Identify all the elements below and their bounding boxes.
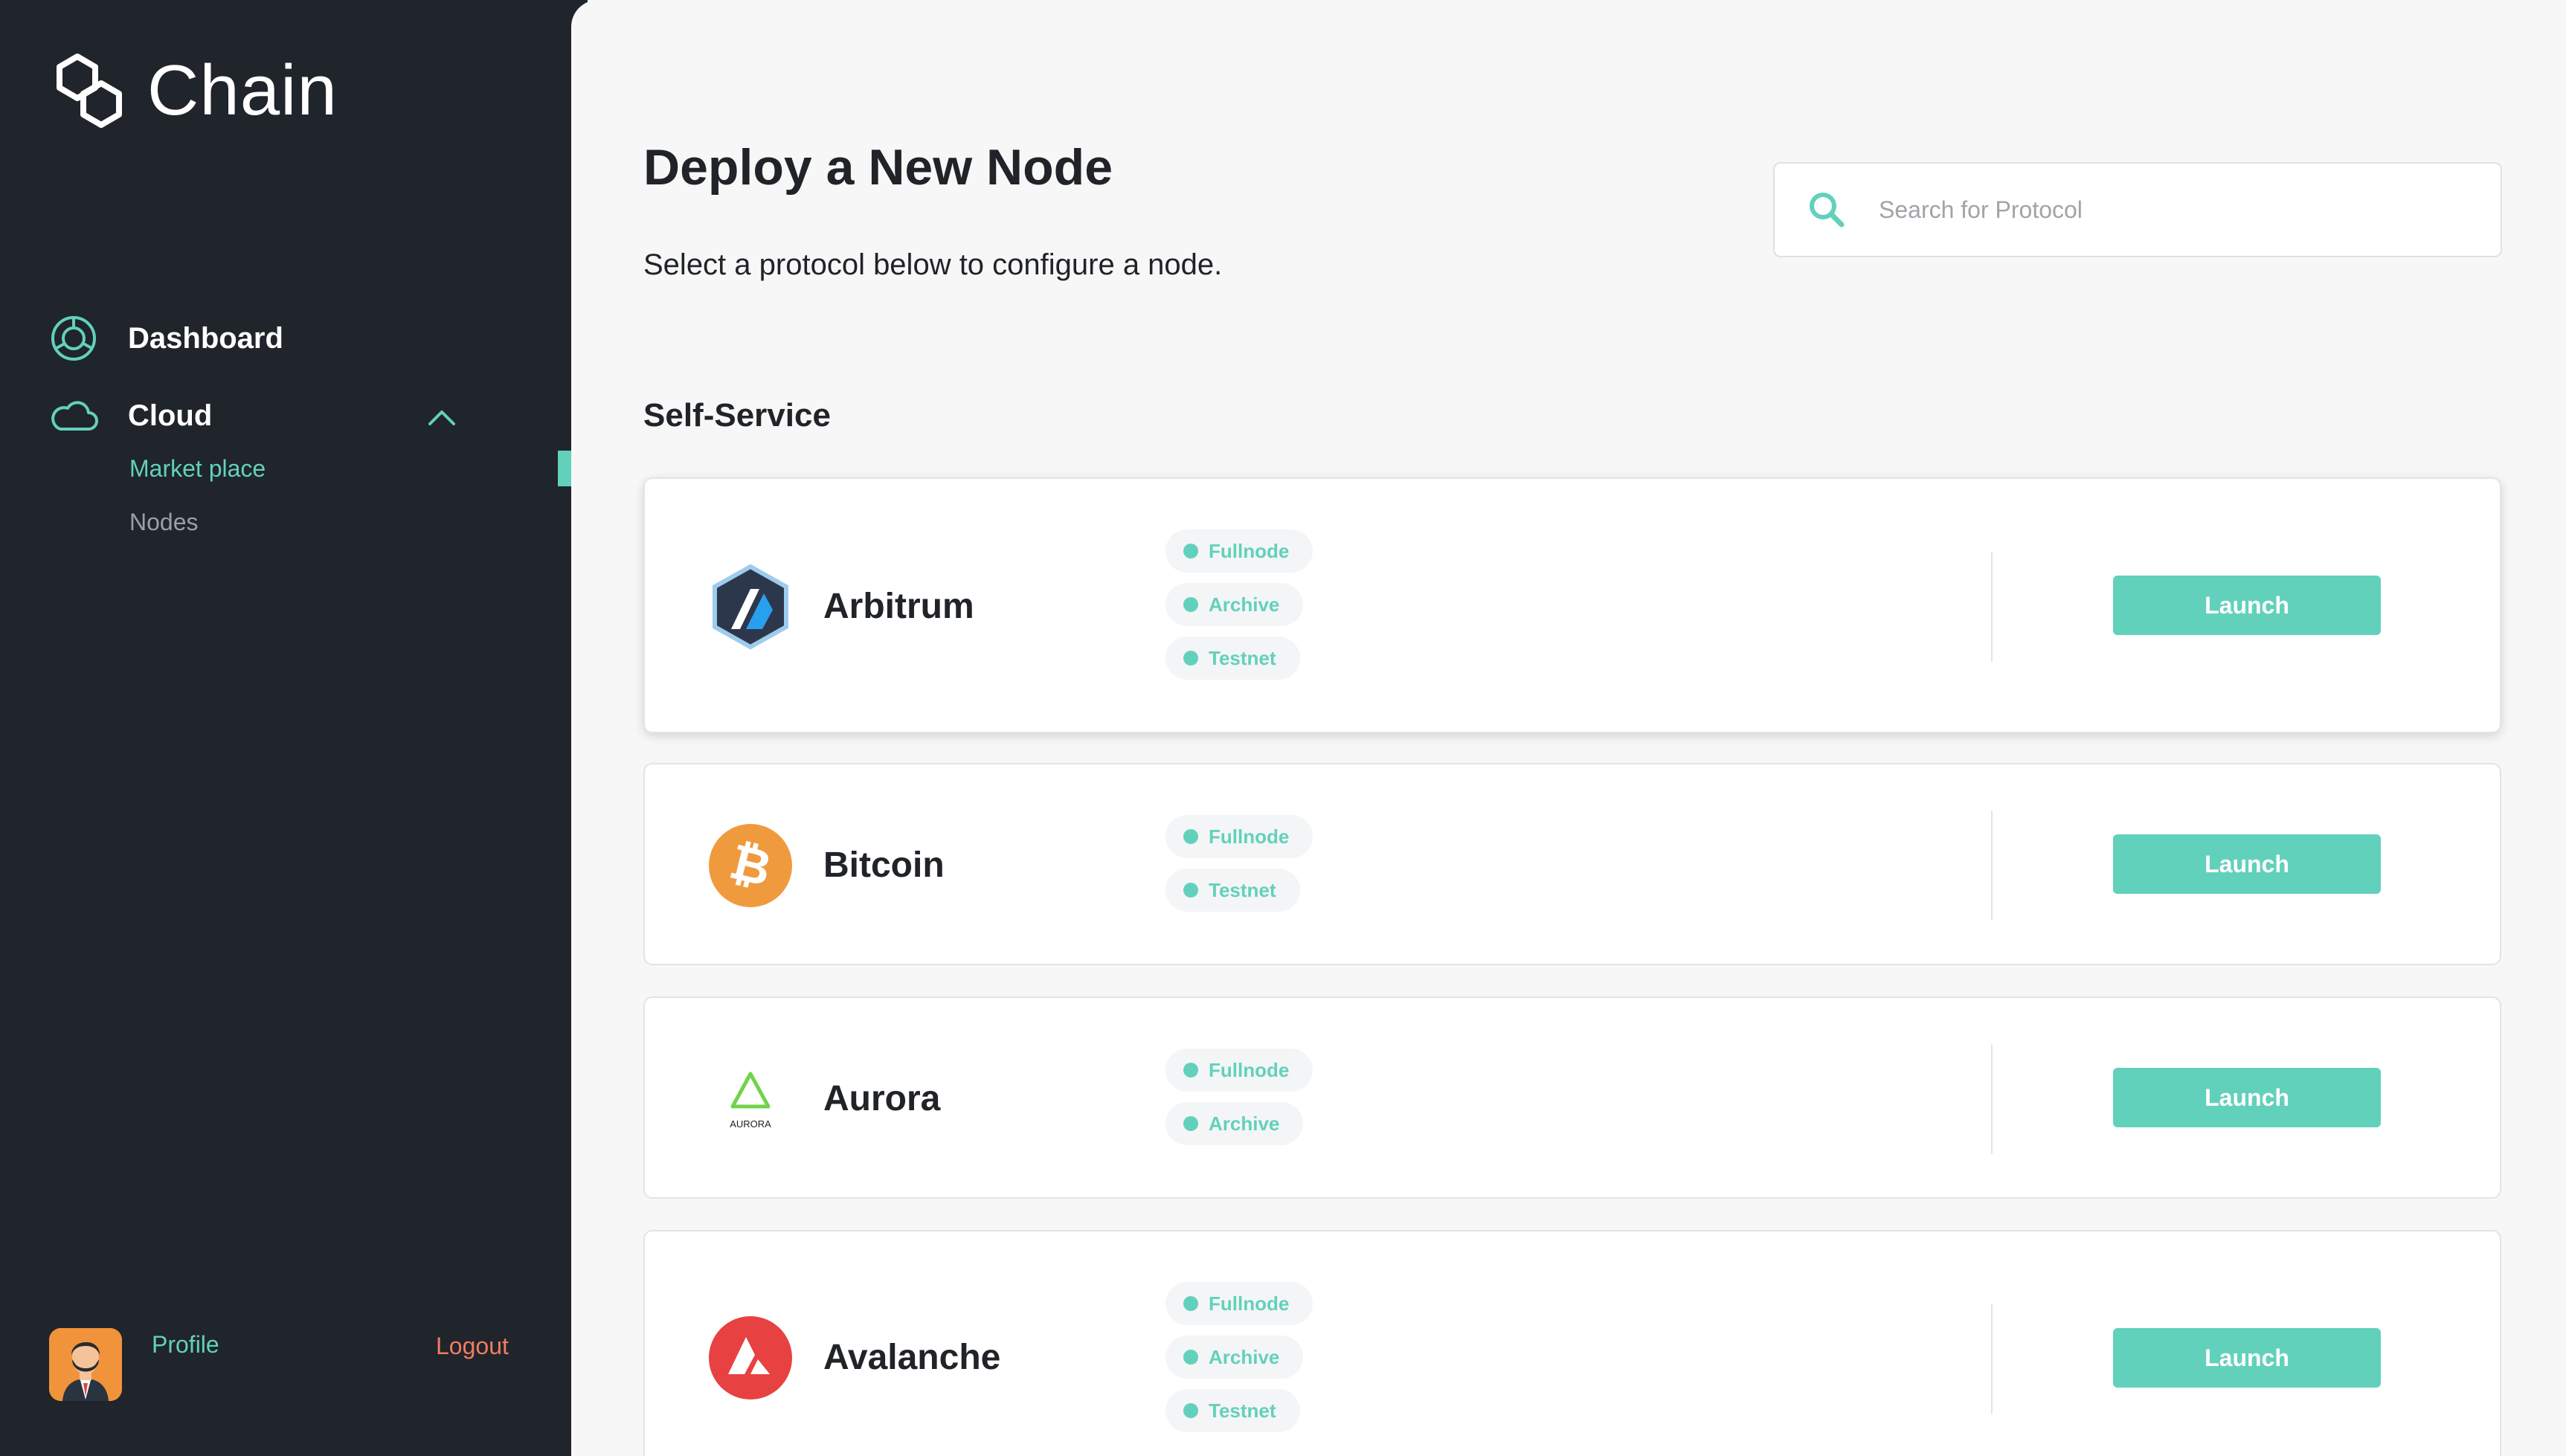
cloud-icon (48, 390, 100, 442)
sidebar-item-cloud[interactable]: Cloud (48, 390, 212, 442)
active-item-indicator (558, 451, 571, 486)
sidebar-item-dashboard-label: Dashboard (128, 321, 283, 355)
card-divider (1991, 1304, 1993, 1414)
launch-button[interactable]: Launch (2113, 1068, 2381, 1127)
page-title: Deploy a New Node (643, 139, 1113, 196)
protocol-tags: Fullnode Archive Testnet (1165, 529, 1313, 680)
protocol-tags: Fullnode Testnet (1165, 815, 1313, 912)
arbitrum-logo (707, 564, 794, 650)
tag-testnet: Testnet (1165, 637, 1300, 680)
sidebar-subitem-nodes[interactable]: Nodes (129, 509, 199, 536)
bitcoin-logo: ₿ (707, 822, 794, 909)
svg-text:AURORA: AURORA (730, 1118, 771, 1130)
protocol-name: Avalanche (823, 1338, 1001, 1377)
tag-testnet: Testnet (1165, 869, 1300, 912)
search-input[interactable] (1879, 196, 2444, 224)
tag-fullnode: Fullnode (1165, 815, 1313, 858)
launch-button[interactable]: Launch (2113, 576, 2381, 635)
protocol-name: Aurora (823, 1079, 941, 1118)
brand-logo[interactable]: Chain (48, 46, 338, 135)
tag-testnet: Testnet (1165, 1389, 1300, 1432)
logout-link[interactable]: Logout (436, 1333, 509, 1360)
protocol-tags: Fullnode Archive Testnet (1165, 1282, 1313, 1432)
sidebar-subitem-marketplace[interactable]: Market place (129, 455, 266, 483)
page-subtitle: Select a protocol below to configure a n… (643, 248, 1223, 281)
protocol-name: Arbitrum (823, 587, 974, 626)
avatar[interactable] (49, 1328, 122, 1401)
tag-fullnode: Fullnode (1165, 1048, 1313, 1092)
dashboard-icon (48, 312, 100, 364)
protocol-card-arbitrum: Arbitrum Fullnode Archive Testnet Launch (643, 477, 2501, 733)
protocol-card-avalanche: Avalanche Fullnode Archive Testnet Launc… (643, 1230, 2501, 1456)
avalanche-logo (707, 1315, 794, 1401)
launch-button[interactable]: Launch (2113, 1328, 2381, 1388)
tag-archive: Archive (1165, 1336, 1304, 1379)
sidebar: Chain Dashboard Cloud Market place Nodes (0, 0, 588, 1456)
chevron-up-icon[interactable] (427, 408, 457, 427)
aurora-logo: AURORA (707, 1056, 794, 1142)
main-content: Deploy a New Node Select a protocol belo… (571, 0, 2566, 1456)
sidebar-item-cloud-label: Cloud (128, 399, 213, 432)
search-icon (1810, 193, 1845, 228)
protocol-card-bitcoin: ₿ Bitcoin Fullnode Testnet Launch (643, 763, 2501, 965)
search-box[interactable] (1773, 162, 2502, 257)
brand-name: Chain (147, 51, 338, 130)
tag-fullnode: Fullnode (1165, 529, 1313, 573)
section-title: Self-Service (643, 397, 831, 434)
sidebar-item-dashboard[interactable]: Dashboard (48, 312, 283, 364)
card-divider (1991, 1044, 1993, 1154)
chain-logo-icon (57, 54, 122, 128)
card-divider (1991, 552, 1993, 662)
tag-fullnode: Fullnode (1165, 1282, 1313, 1325)
card-divider (1991, 811, 1993, 921)
protocol-name: Bitcoin (823, 845, 945, 885)
protocol-card-aurora: AURORA Aurora Fullnode Archive Launch (643, 996, 2501, 1199)
profile-link[interactable]: Profile (152, 1331, 219, 1359)
tag-archive: Archive (1165, 1102, 1304, 1145)
tag-archive: Archive (1165, 583, 1304, 626)
launch-button[interactable]: Launch (2113, 834, 2381, 894)
protocol-tags: Fullnode Archive (1165, 1048, 1313, 1145)
